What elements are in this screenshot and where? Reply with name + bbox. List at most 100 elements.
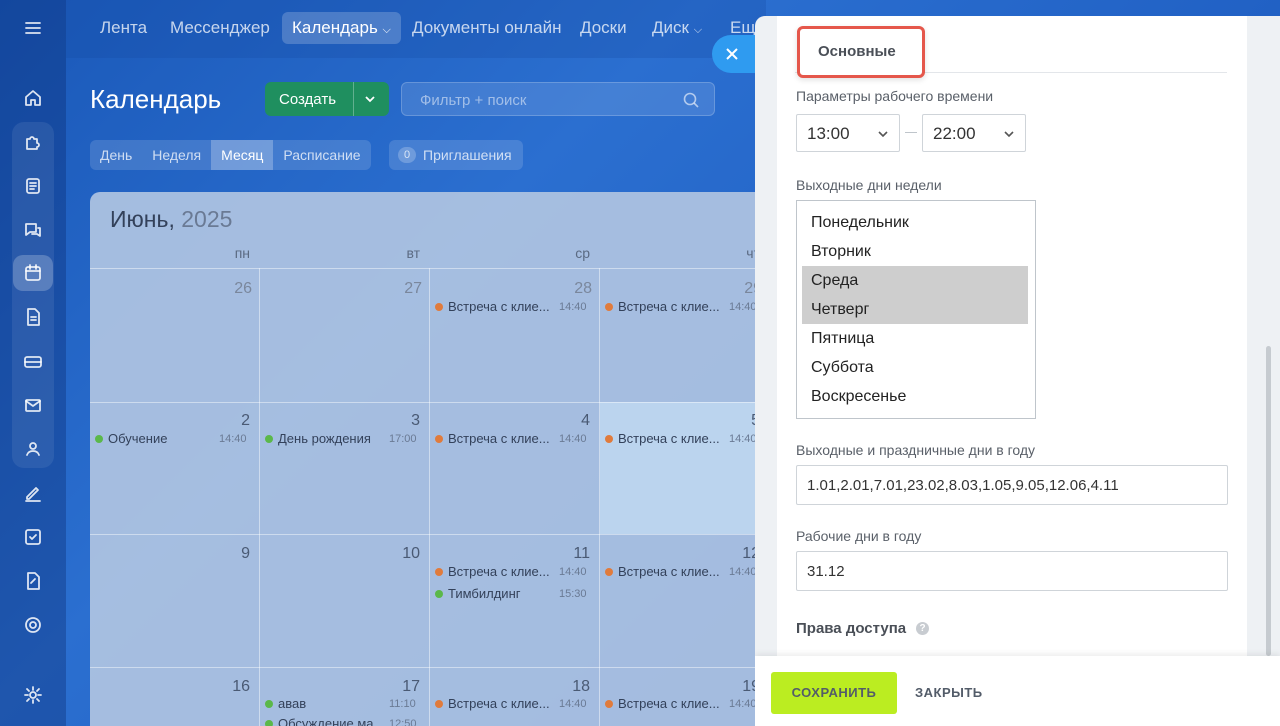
event-title: Встреча с клие... [618, 696, 720, 711]
weekday-option[interactable]: Вторник [802, 237, 1028, 266]
close-button[interactable]: ЗАКРЫТЬ [915, 672, 983, 714]
weekday-option[interactable]: Четверг [802, 295, 1028, 324]
create-button[interactable]: Создать [265, 82, 389, 116]
invitations-button[interactable]: 0 Приглашения [389, 140, 523, 170]
event-time: 14:40 [559, 698, 587, 710]
close-icon [726, 48, 738, 60]
weekday-option[interactable]: Пятница [802, 324, 1028, 353]
chevron-down-icon[interactable] [361, 90, 379, 108]
day-number[interactable]: 26 [212, 280, 252, 298]
view-schedule[interactable]: Расписание [273, 140, 370, 170]
document-icon[interactable] [13, 299, 53, 335]
drive-icon[interactable] [13, 343, 53, 379]
slider-close-button[interactable] [712, 35, 756, 73]
dow-label: пн [234, 245, 250, 261]
event-title: Встреча с клие... [448, 564, 550, 579]
settings-icon[interactable] [13, 677, 53, 713]
view-week[interactable]: Неделя [142, 140, 211, 170]
nav-item-feed[interactable]: Лента [90, 12, 157, 44]
event-dot [95, 435, 103, 443]
event-dot [435, 568, 443, 576]
menu-icon[interactable] [13, 10, 53, 46]
time-range-dash [905, 132, 917, 133]
day-number[interactable]: 18 [550, 678, 590, 696]
weekday-option[interactable]: Суббота [802, 353, 1028, 382]
event-dot [605, 435, 613, 443]
save-button[interactable]: СОХРАНИТЬ [771, 672, 897, 714]
top-navigation: Лента Мессенджер Календарь ⌵ Документы о… [66, 0, 766, 58]
contacts-icon[interactable] [13, 431, 53, 467]
day-number[interactable]: 19 [720, 678, 760, 696]
weekday-option[interactable]: Понедельник [802, 208, 1028, 237]
tasks-icon[interactable] [13, 519, 53, 555]
event-time: 15:30 [559, 588, 587, 600]
nav-item-disk-label: Диск [652, 18, 689, 37]
tab-general[interactable]: Основные [797, 26, 925, 78]
create-button-divider [353, 82, 354, 116]
view-month[interactable]: Месяц [211, 140, 274, 170]
holidays-input[interactable]: 1.01,2.01,7.01,23.02,8.03,1.05,9.05,12.0… [796, 465, 1228, 505]
workdays-input[interactable]: 31.12 [796, 551, 1228, 591]
tab-general-label: Основные [818, 43, 896, 60]
invitations-count: 0 [398, 147, 416, 163]
event-title: Тимбилдинг [448, 586, 521, 601]
event-dot [605, 303, 613, 311]
weekday-option[interactable]: Среда [802, 266, 1028, 295]
event-time: 14:40 [219, 433, 247, 445]
grid-line [90, 667, 770, 668]
sign-icon[interactable] [13, 475, 53, 511]
chat-icon[interactable] [13, 212, 53, 248]
day-number[interactable]: 28 [552, 280, 592, 298]
nav-item-messenger[interactable]: Мессенджер [160, 12, 280, 44]
nav-item-boards[interactable]: Доски [570, 12, 637, 44]
feed-icon[interactable] [13, 168, 53, 204]
month-calendar: Июнь, 2025 пн вт ср чт 26 27 28 29 Встре… [90, 192, 770, 726]
nav-item-disk[interactable]: Диск ⌵ [642, 12, 712, 44]
event-title: Обсуждение ма... [278, 716, 385, 726]
event-time: 14:40 [729, 698, 757, 710]
day-number[interactable]: 27 [382, 280, 422, 298]
work-start-select[interactable]: 13:00 [796, 114, 900, 152]
day-number[interactable]: 10 [380, 545, 420, 563]
scrollbar[interactable] [1266, 346, 1271, 656]
grid-line [90, 402, 770, 403]
day-number[interactable]: 17 [380, 678, 420, 696]
goals-icon[interactable] [13, 607, 53, 643]
day-number[interactable]: 5 [720, 412, 760, 430]
event-time: 14:40 [559, 566, 587, 578]
grid-line [90, 268, 770, 269]
month-title: Июнь, 2025 [110, 206, 232, 233]
access-rights-heading: Права доступа [796, 620, 907, 637]
view-day[interactable]: День [90, 140, 142, 170]
puzzle-icon[interactable] [13, 124, 53, 160]
forms-icon[interactable] [13, 563, 53, 599]
grid-line [599, 268, 600, 726]
day-number[interactable]: 16 [210, 678, 250, 696]
month-name: Июнь, [110, 206, 175, 232]
day-number[interactable]: 12 [720, 545, 760, 563]
weekend-days-listbox[interactable]: Понедельник Вторник Среда Четверг Пятниц… [796, 200, 1036, 419]
day-number[interactable]: 3 [380, 412, 420, 430]
search-icon[interactable] [682, 91, 700, 109]
day-number[interactable]: 4 [550, 412, 590, 430]
nav-item-docs[interactable]: Документы онлайн [402, 12, 571, 44]
grid-line [429, 268, 430, 726]
home-icon[interactable] [13, 80, 53, 116]
day-number[interactable]: 9 [210, 545, 250, 563]
event-dot [435, 590, 443, 598]
calendar-icon[interactable] [13, 255, 53, 291]
work-end-value: 22:00 [933, 124, 976, 143]
search-input[interactable]: Фильтр + поиск [401, 82, 715, 116]
day-number[interactable]: 11 [550, 545, 590, 563]
event-dot [265, 700, 273, 708]
event-time: 14:40 [729, 433, 757, 445]
day-number[interactable]: 2 [210, 412, 250, 430]
work-end-select[interactable]: 22:00 [922, 114, 1026, 152]
event-time: 17:00 [389, 433, 417, 445]
dow-label: ср [575, 245, 590, 261]
nav-item-calendar[interactable]: Календарь ⌵ [282, 12, 401, 44]
event-title: Встреча с клие... [618, 299, 720, 314]
help-icon[interactable]: ? [916, 622, 929, 635]
mail-icon[interactable] [13, 387, 53, 423]
weekday-option[interactable]: Воскресенье [802, 382, 1028, 411]
